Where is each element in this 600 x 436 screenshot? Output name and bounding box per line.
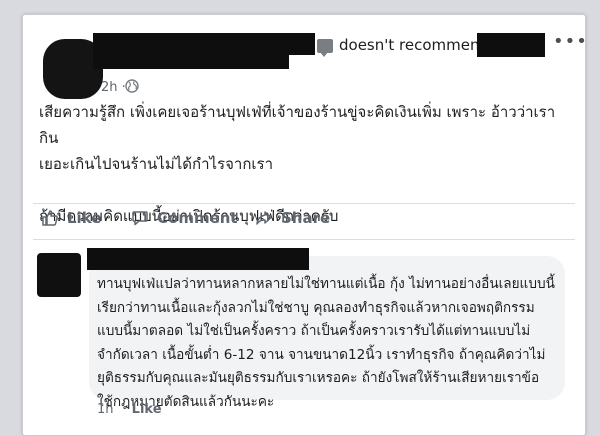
like-button[interactable]: Like <box>41 209 101 227</box>
globe-icon <box>125 79 139 93</box>
comment-button[interactable]: Comment <box>131 209 238 227</box>
more-options-icon[interactable]: ••• <box>553 31 585 52</box>
comment-line: ทานบุฟเฟ่แปลว่าทานหลากหลายไม่ใช่ทานแต่เน… <box>97 276 555 292</box>
thumbs-up-icon <box>42 210 58 226</box>
commenter-name-redacted[interactable] <box>87 248 309 270</box>
post-paragraph: เสียความรู้สึก เพิ่งเคยเจอร้านบุฟเฟ่ที่เ… <box>39 103 556 147</box>
comment-like-button[interactable]: Like <box>132 402 162 417</box>
comment-line: จำกัดเวลา เนื้อขั้นต่ำ 6-12 จาน จานขนาด1… <box>97 346 546 363</box>
review-post-card: doesn't recommend ••• 2h · เสียความรู้สึ… <box>22 14 586 436</box>
like-label: Like <box>67 209 102 227</box>
comment-line: ใช้กฎหมายตัดสินแล้วกันนะคะ <box>97 393 275 410</box>
comment-line: ยุติธรรมกับคุณและมันยุติธรรมกับเราเหรอคะ… <box>97 370 540 386</box>
comment-label: Comment <box>157 209 238 227</box>
post-paragraph: เยอะเกินไปจนร้านไม่ได้กำไรจากเรา <box>39 155 274 173</box>
commenter-avatar-redacted[interactable] <box>37 253 81 297</box>
recommendation-icon <box>317 39 333 57</box>
action-bar: Like Comment Share <box>23 205 585 235</box>
recommendation-text: doesn't recommend <box>339 36 489 54</box>
share-button[interactable]: Share <box>255 209 330 227</box>
divider <box>33 239 575 240</box>
comment-timestamp[interactable]: 1h <box>97 402 114 417</box>
reviewer-name-redacted[interactable] <box>93 33 315 55</box>
share-icon <box>256 211 272 225</box>
page-name-redacted[interactable] <box>477 33 545 57</box>
comment-line: เรียกว่าทานเนื้อและกุ้งลวกไม่ใช่ชาบู คุณ… <box>97 299 535 316</box>
post-timestamp[interactable]: 2h · <box>101 80 126 95</box>
comment-body: ทานบุฟเฟ่แปลว่าทานหลากหลายไม่ใช่ทานแต่เน… <box>97 273 565 414</box>
reviewer-subline-redacted <box>93 55 289 69</box>
share-label: Share <box>281 209 331 227</box>
comment-line: แบบนี้มาตลอด ไม่ใช่เป็นครั้งคราว ถ้าเป็น… <box>97 323 531 339</box>
divider <box>33 203 575 204</box>
comment-icon <box>132 211 148 226</box>
comment-footer: 1h Like <box>97 402 162 417</box>
